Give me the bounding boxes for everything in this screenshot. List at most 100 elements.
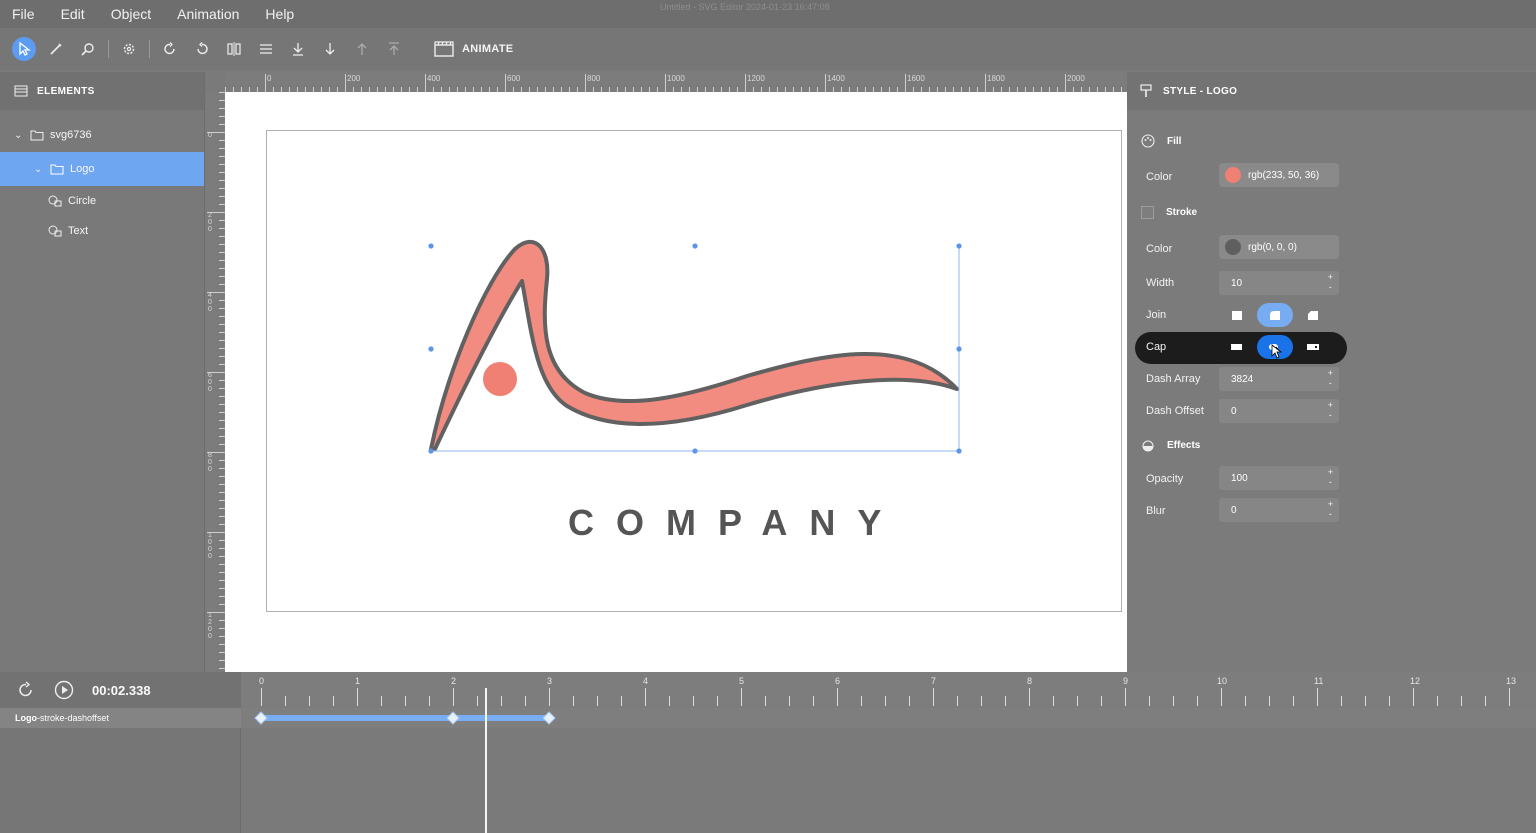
timeline-tick-label: 1	[355, 676, 361, 686]
clapperboard-icon	[434, 41, 454, 57]
ruler-label: 800	[208, 452, 212, 473]
drop-icon	[1142, 440, 1154, 452]
stroke-width-input[interactable]: 10 + -	[1219, 271, 1339, 295]
stroke-color-swatch[interactable]	[1225, 239, 1241, 255]
tree-item-text[interactable]: Text	[0, 216, 204, 246]
window-title: Untitled - SVG Editor 2024-01-23 16:47:0…	[660, 2, 830, 12]
move-up-icon[interactable]	[350, 37, 374, 61]
keyframe-track[interactable]	[241, 708, 1536, 728]
ruler-label: 1800	[987, 74, 1005, 83]
keyframe-diamond[interactable]	[446, 711, 460, 725]
cap-butt-icon	[1231, 344, 1242, 350]
style-panel-title: STYLE - LOGO	[1163, 85, 1238, 97]
style-panel-header: STYLE - LOGO	[1127, 72, 1536, 110]
timeline-ruler[interactable]: 0 1 2 3 4 5 6 7 8 9 10 11 12 13	[241, 672, 1536, 708]
dash-offset-input[interactable]: 0 + -	[1219, 399, 1339, 423]
tree-item-logo[interactable]: ⌄ Logo	[0, 152, 204, 186]
menu-help[interactable]: Help	[252, 6, 307, 22]
logo-company-text[interactable]: COMPANY	[568, 502, 903, 544]
menu-object[interactable]: Object	[98, 6, 164, 22]
keyframe-diamond[interactable]	[254, 711, 268, 725]
join-options	[1219, 303, 1333, 327]
ruler-label: 400	[208, 292, 212, 313]
track-label-property: -stroke-dashoffset	[37, 713, 109, 723]
dash-offset-stepper[interactable]: + -	[1328, 400, 1333, 420]
playhead[interactable]	[485, 688, 487, 833]
animate-button[interactable]: ANIMATE	[434, 41, 513, 57]
play-icon[interactable]	[54, 680, 74, 700]
rotate-right-icon[interactable]	[190, 37, 214, 61]
move-down-icon[interactable]	[286, 37, 310, 61]
flip-horizontal-icon[interactable]	[222, 37, 246, 61]
join-bevel-icon	[1308, 311, 1318, 320]
fill-section-label: Fill	[1167, 135, 1182, 147]
stroke-section-title: Stroke	[1141, 206, 1197, 219]
fill-color-field[interactable]: rgb(233, 50, 36)	[1219, 163, 1339, 187]
loop-icon[interactable]	[16, 680, 36, 700]
timeline-tick-label: 7	[931, 676, 937, 686]
dash-array-stepper[interactable]: + -	[1328, 368, 1333, 388]
join-miter-button[interactable]	[1219, 303, 1255, 327]
menu-animation[interactable]: Animation	[164, 6, 252, 22]
timeline-ticks	[261, 688, 1510, 706]
toolbar: ANIMATE	[0, 28, 1536, 70]
blur-label: Blur	[1146, 505, 1166, 517]
rotate-left-icon[interactable]	[158, 37, 182, 61]
tree-item-label: Circle	[68, 195, 97, 207]
chevron-down-icon[interactable]: ⌄	[34, 164, 46, 175]
horizontal-ruler: 0 200 400 600 800 1000 1200 1400 1600 18…	[225, 72, 1127, 92]
stroke-width-value: 10	[1231, 277, 1243, 289]
track-label[interactable]: Logo -stroke-dashoffset	[0, 708, 241, 728]
fill-color-swatch[interactable]	[1225, 167, 1241, 183]
join-bevel-button[interactable]	[1295, 303, 1331, 327]
stroke-checkbox[interactable]	[1141, 206, 1154, 219]
folder-icon	[50, 164, 64, 175]
opacity-stepper[interactable]: + -	[1328, 467, 1333, 487]
ruler-label: 1400	[827, 74, 845, 83]
artboard[interactable]: COMPANY	[266, 130, 1122, 612]
ruler-label: 400	[427, 74, 441, 83]
timeline-tick-label: 0	[259, 676, 265, 686]
move-top-icon[interactable]	[382, 37, 406, 61]
blur-stepper[interactable]: + -	[1328, 499, 1333, 519]
align-icon[interactable]	[254, 37, 278, 61]
dash-array-input[interactable]: 3824 + -	[1219, 367, 1339, 391]
timeline-controls: 00:02.338	[0, 672, 241, 708]
timeline-tick-label: 3	[547, 676, 553, 686]
blur-value: 0	[1231, 504, 1237, 516]
blur-input[interactable]: 0 + -	[1219, 498, 1339, 522]
cap-butt-button[interactable]	[1219, 335, 1255, 359]
cap-square-button[interactable]	[1295, 335, 1331, 359]
track-lane[interactable]	[241, 708, 1536, 728]
mouse-cursor-icon	[1271, 344, 1282, 359]
dash-offset-value: 0	[1231, 405, 1237, 417]
animate-label: ANIMATE	[462, 43, 514, 55]
stroke-width-stepper[interactable]: + -	[1328, 272, 1333, 292]
shape-icon	[48, 195, 62, 207]
elements-panel-header: ELEMENTS	[0, 72, 204, 110]
tree-item-circle[interactable]: Circle	[0, 186, 204, 216]
settings-gear-icon[interactable]	[117, 37, 141, 61]
select-tool-icon[interactable]	[12, 37, 36, 61]
menu-edit[interactable]: Edit	[48, 6, 98, 22]
timeline-tick-label: 12	[1410, 676, 1421, 686]
chevron-down-icon[interactable]: ⌄	[14, 130, 26, 141]
menu-file[interactable]: File	[0, 6, 48, 22]
stroke-color-field[interactable]: rgb(0, 0, 0)	[1219, 235, 1339, 259]
pen-tool-icon[interactable]	[44, 37, 68, 61]
tree-item-label: svg6736	[50, 129, 92, 141]
timeline-tick-label: 8	[1027, 676, 1033, 686]
join-round-icon	[1270, 311, 1280, 320]
keyframe-diamond[interactable]	[542, 711, 556, 725]
palette-icon	[1141, 134, 1155, 148]
current-time: 00:02.338	[92, 682, 151, 698]
timeline-tick-label: 9	[1123, 676, 1129, 686]
tree-item-svg6736[interactable]: ⌄ svg6736	[0, 118, 204, 152]
zoom-tool-icon[interactable]	[76, 37, 100, 61]
join-round-button[interactable]	[1257, 303, 1293, 327]
move-bottom-icon[interactable]	[318, 37, 342, 61]
opacity-input[interactable]: 100 + -	[1219, 466, 1339, 490]
ruler-label: 0	[208, 132, 212, 139]
track-label-element: Logo	[15, 713, 37, 723]
canvas[interactable]: COMPANY	[225, 92, 1127, 672]
